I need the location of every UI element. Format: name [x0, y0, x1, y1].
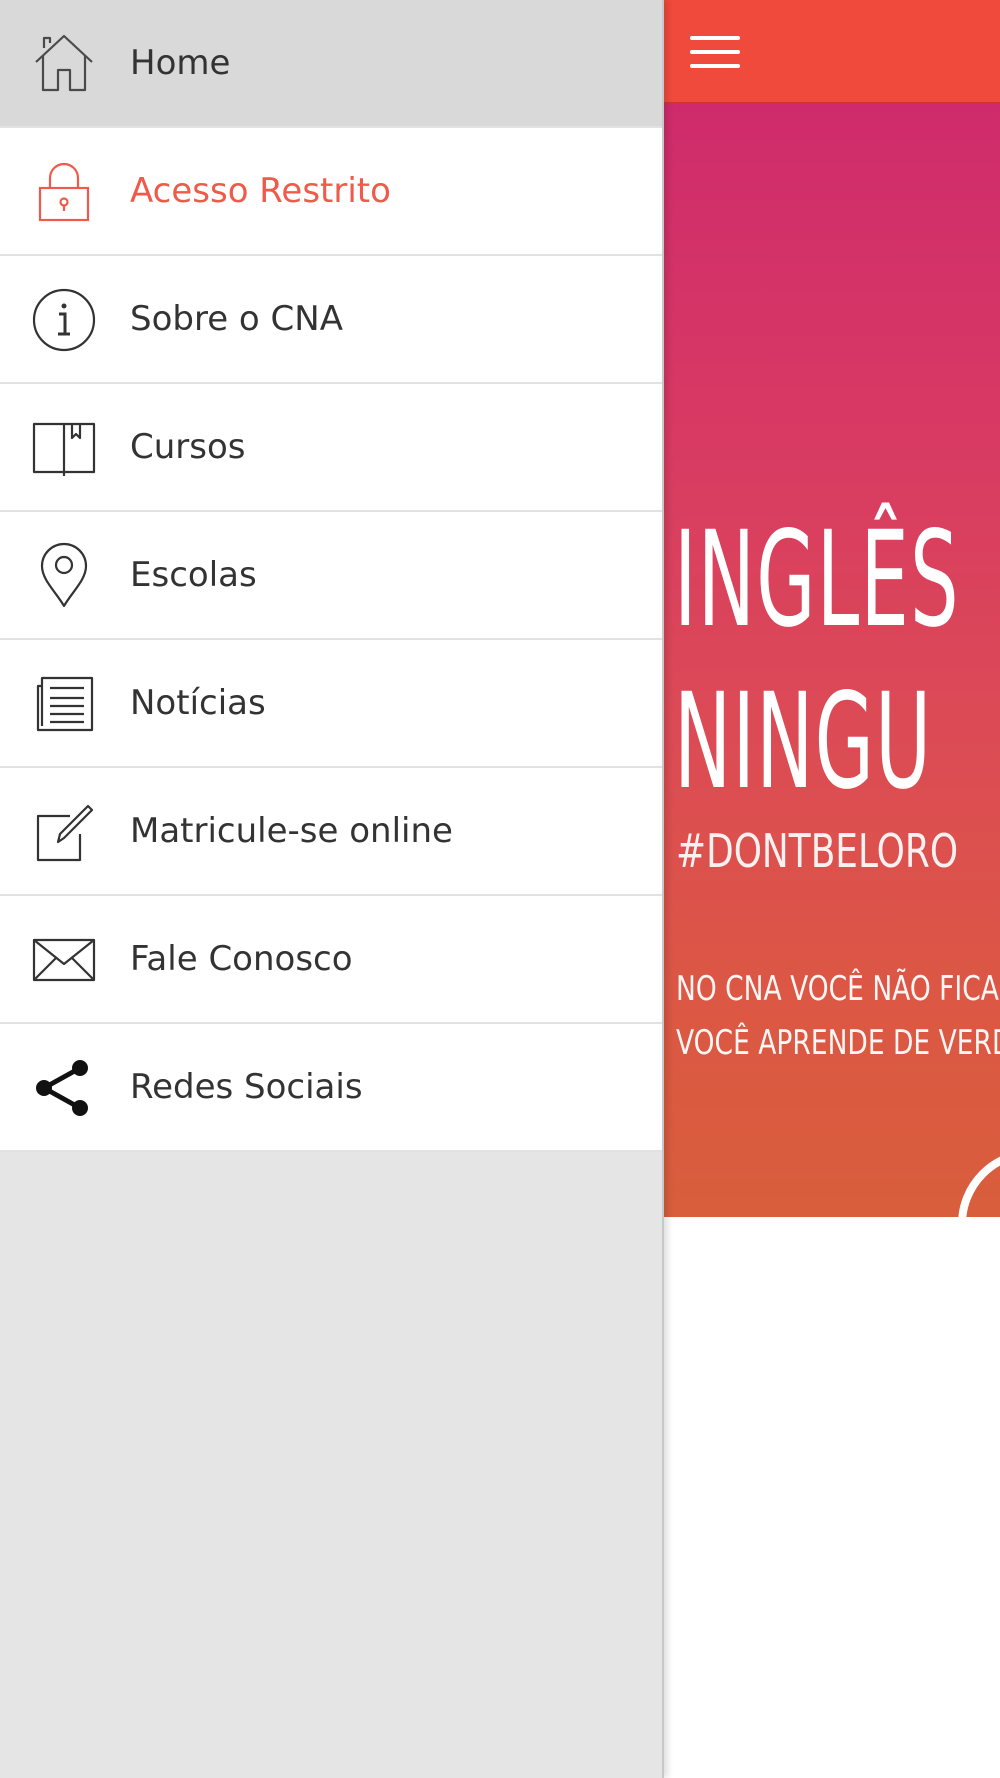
envelope-icon: [30, 926, 98, 994]
newspaper-icon: [30, 670, 98, 738]
drawer-item-label: Acesso Restrito: [130, 171, 391, 211]
drawer-menu: Home Acesso Restrito Sobre o CNA Cursos …: [0, 0, 662, 1152]
banner-logo-arc: [958, 1149, 1000, 1217]
navigation-drawer: Home Acesso Restrito Sobre o CNA Cursos …: [0, 0, 664, 1778]
hamburger-menu-icon[interactable]: [688, 32, 742, 72]
drawer-item-label: Cursos: [130, 427, 246, 467]
banner-headline-line1: INGLÊS: [674, 503, 960, 657]
main-content: INGLÊS NINGU #DONTBELORO NO CNA VOCÊ NÃO…: [664, 0, 1000, 1778]
drawer-item-label: Sobre o CNA: [130, 299, 343, 339]
drawer-item-acesso-restrito[interactable]: Acesso Restrito: [0, 128, 662, 256]
drawer-item-label: Notícias: [130, 683, 266, 723]
banner-headline: INGLÊS NINGU: [674, 499, 960, 823]
drawer-item-label: Matricule-se online: [130, 811, 453, 851]
promo-banner[interactable]: INGLÊS NINGU #DONTBELORO NO CNA VOCÊ NÃO…: [664, 104, 1000, 1217]
drawer-item-escolas[interactable]: Escolas: [0, 512, 662, 640]
edit-form-icon: [30, 798, 98, 866]
drawer-item-matricule-se[interactable]: Matricule-se online: [0, 768, 662, 896]
banner-subtitle: NO CNA VOCÊ NÃO FICA VOCÊ APRENDE DE VER…: [676, 962, 1000, 1070]
drawer-item-noticias[interactable]: Notícias: [0, 640, 662, 768]
home-icon: [30, 30, 98, 98]
share-icon: [30, 1054, 98, 1122]
app-bar: [664, 0, 1000, 104]
banner-headline-line2: NINGU: [674, 665, 933, 819]
drawer-item-fale-conosco[interactable]: Fale Conosco: [0, 896, 662, 1024]
drawer-item-label: Fale Conosco: [130, 939, 353, 979]
drawer-item-sobre-o-cna[interactable]: Sobre o CNA: [0, 256, 662, 384]
drawer-item-cursos[interactable]: Cursos: [0, 384, 662, 512]
banner-hashtag: #DONTBELORO: [676, 824, 959, 878]
drawer-item-home[interactable]: Home: [0, 0, 662, 128]
banner-subtitle-line1: NO CNA VOCÊ NÃO FICA: [676, 969, 999, 1009]
banner-subtitle-line2: VOCÊ APRENDE DE VERDAD: [676, 1023, 1000, 1063]
lock-icon: [30, 158, 98, 226]
drawer-item-label: Redes Sociais: [130, 1067, 363, 1107]
drawer-item-label: Home: [130, 43, 231, 83]
map-pin-icon: [30, 542, 98, 610]
book-icon: [30, 414, 98, 482]
info-icon: [30, 286, 98, 354]
drawer-item-label: Escolas: [130, 555, 257, 595]
drawer-item-redes-sociais[interactable]: Redes Sociais: [0, 1024, 662, 1152]
